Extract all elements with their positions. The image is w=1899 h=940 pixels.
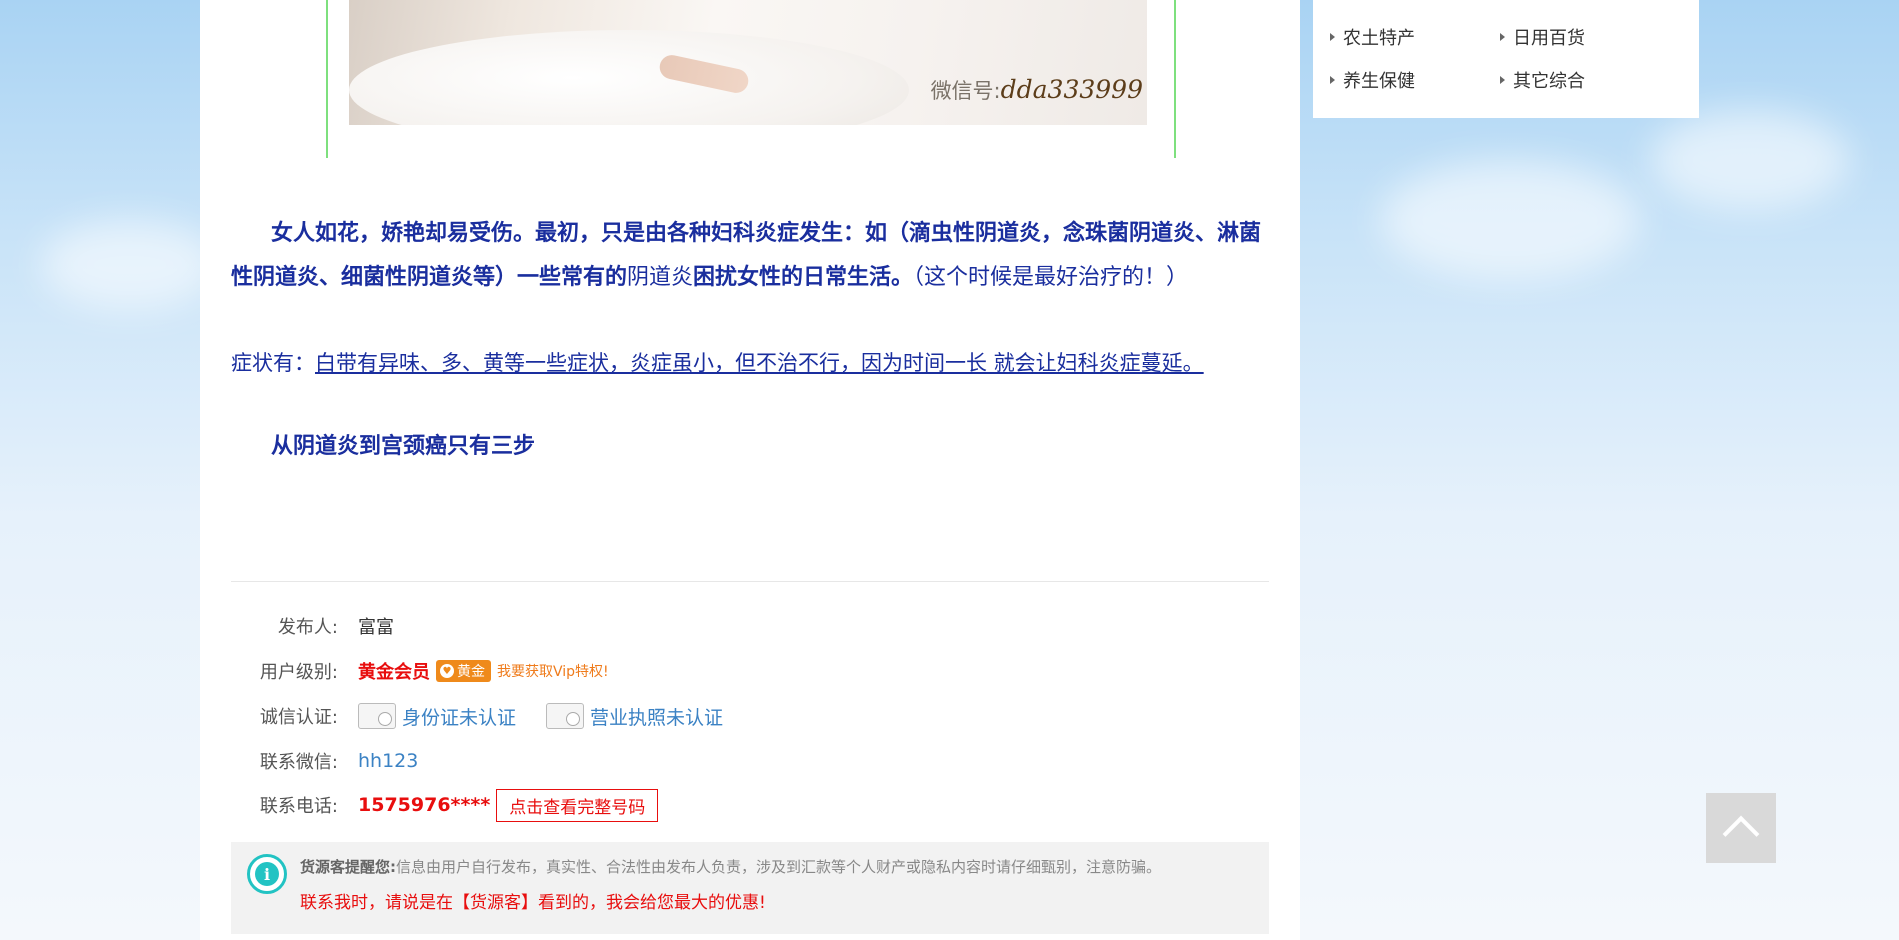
gold-badge-label: 黄金	[457, 664, 485, 680]
category-item[interactable]: 农土特产	[1330, 24, 1415, 50]
symptoms-text: 白带有异味、多、黄等一些症状，炎症虽小，但不治不行，因为时间一长 就会让妇科炎症…	[315, 351, 1204, 375]
symptoms-label: 症状有：	[231, 351, 315, 375]
divider	[231, 581, 1269, 582]
id-card-certification[interactable]: 身份证未认证	[358, 703, 516, 730]
category-item[interactable]: 日用百货	[1500, 24, 1585, 50]
category-item-cut: ····	[1343, 0, 1366, 9]
notice-text: 货源客提醒您:信息由用户自行发布，真实性、合法性由发布人负责，涉及到汇款等个人财…	[300, 856, 1161, 877]
wechat-label: 联系微信:	[259, 752, 338, 773]
main-content: 微信号:dda333999 女人如花，娇艳却易受伤。最初，只是由各种妇科炎症发生…	[200, 0, 1300, 940]
article-paragraph-symptoms: 症状有：白带有异味、多、黄等一些症状，炎症虽小，但不治不行，因为时间一长 就会让…	[231, 343, 1269, 383]
chevron-up-icon	[1722, 815, 1760, 853]
wechat-row: 联系微信: hh123	[231, 746, 418, 776]
category-sidebar: ···· 农土特产 日用百货 养生保健 其它综合	[1313, 0, 1699, 118]
wechat-value[interactable]: hh123	[358, 750, 418, 772]
photo-dress	[349, 30, 909, 125]
background-cloud	[1380, 160, 1640, 280]
notice-promo: 联系我时，请说是在【货源客】看到的，我会给您最大的优惠!	[300, 893, 766, 913]
phone-label: 联系电话:	[259, 796, 338, 817]
intro-keyword: 阴道炎	[627, 265, 694, 290]
business-license-certification[interactable]: 营业执照未认证	[546, 703, 723, 730]
photo-watermark-prefix: 微信号:	[930, 79, 1001, 103]
notice-body: 信息由用户自行发布，真实性、合法性由发布人负责，涉及到汇款等个人财产或隐私内容时…	[396, 858, 1162, 876]
publisher-row: 发布人: 富富	[231, 611, 394, 641]
photo-watermark: 微信号:dda333999	[931, 75, 1143, 105]
user-level-value: 黄金会员	[358, 662, 430, 683]
article-image-frame: 微信号:dda333999	[326, 0, 1176, 158]
show-full-number-button[interactable]: 点击查看完整号码	[496, 788, 659, 822]
category-item[interactable]: 其它综合	[1500, 67, 1585, 93]
safety-notice: i 货源客提醒您:信息由用户自行发布，真实性、合法性由发布人负责，涉及到汇款等个…	[231, 842, 1269, 934]
photo-watermark-id: dda333999	[1000, 75, 1143, 104]
info-icon: i	[247, 854, 287, 894]
id-card-status: 身份证未认证	[402, 706, 517, 729]
user-level-row: 用户级别: 黄金会员 ♥ 黄金 我要获取Vip特权!	[231, 656, 609, 686]
certification-label: 诚信认证:	[259, 707, 338, 728]
business-license-status: 营业执照未认证	[590, 706, 724, 729]
gold-badge: ♥ 黄金	[436, 660, 491, 682]
back-to-top-button[interactable]	[1706, 793, 1776, 863]
business-license-icon	[546, 703, 585, 729]
certification-row: 诚信认证: 身份证未认证 营业执照未认证	[231, 701, 753, 731]
article-subheading: 从阴道炎到宫颈癌只有三步	[271, 434, 536, 459]
article-paragraph-intro: 女人如花，娇艳却易受伤。最初，只是由各种妇科炎症发生：如（滴虫性阴道炎，念珠菌阴…	[231, 212, 1269, 300]
category-item[interactable]: 养生保健	[1330, 67, 1415, 93]
article-photo: 微信号:dda333999	[349, 0, 1147, 125]
id-card-icon	[358, 703, 396, 729]
background-cloud	[1650, 110, 1850, 210]
user-level-label: 用户级别:	[259, 662, 338, 683]
intro-note: （这个时候是最好治疗的！）	[913, 265, 1189, 290]
phone-row: 联系电话: 1575976**** 点击查看完整号码	[231, 788, 659, 822]
background-cloud	[40, 220, 220, 310]
publisher-value: 富富	[358, 617, 394, 638]
notice-title: 货源客提醒您:	[300, 858, 396, 876]
heart-icon: ♥	[440, 664, 454, 678]
vip-privilege-link[interactable]: 我要获取Vip特权!	[497, 661, 609, 681]
publisher-label: 发布人:	[277, 617, 338, 638]
phone-value: 1575976****	[358, 794, 491, 816]
intro-text-b: 困扰女性的日常生活。	[693, 265, 914, 290]
